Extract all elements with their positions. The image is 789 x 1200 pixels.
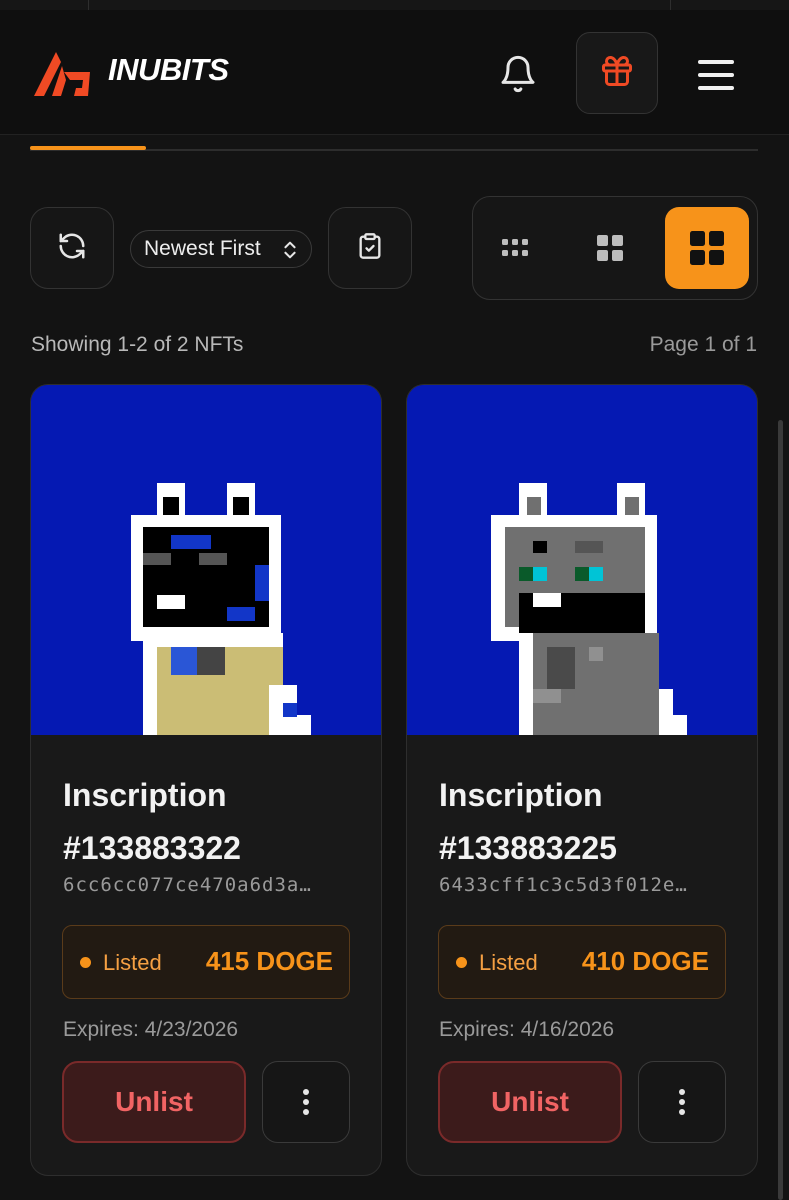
more-vertical-icon (303, 1089, 309, 1115)
status-label: Listed (103, 950, 162, 975)
scrollbar[interactable] (778, 420, 783, 1200)
brand-name[interactable]: INUBITS (108, 52, 229, 88)
refresh-button[interactable] (30, 207, 114, 289)
view-large-grid-button[interactable] (665, 207, 749, 289)
page-indicator: Page 1 of 1 (649, 333, 757, 356)
inubits-logo-icon[interactable] (34, 50, 90, 103)
status-dot-icon (456, 957, 467, 968)
top-strip (0, 0, 789, 10)
unlist-button[interactable]: Unlist (62, 1061, 246, 1143)
inscription-hash: 6433cff1c3c5d3f012e… (439, 874, 688, 896)
inscription-hash: 6cc6cc077ce470a6d3a… (63, 874, 312, 896)
view-small-grid-button[interactable] (473, 207, 557, 289)
hamburger-menu-icon[interactable] (696, 58, 736, 97)
nft-title: Inscription #133883225 (439, 777, 617, 866)
status-dot-icon (80, 957, 91, 968)
unlist-button[interactable]: Unlist (438, 1061, 622, 1143)
listing-status-badge: Listed 410 DOGE (438, 925, 726, 999)
sort-select[interactable]: Newest First (130, 230, 312, 268)
listing-status-badge: Listed 415 DOGE (62, 925, 350, 999)
large-grid-icon (690, 231, 724, 265)
nft-card[interactable]: Inscription #133883225 6433cff1c3c5d3f01… (406, 384, 758, 1176)
more-options-button[interactable] (262, 1061, 350, 1143)
more-options-button[interactable] (638, 1061, 726, 1143)
view-mode-toggle (472, 196, 758, 300)
listing-price: 415 DOGE (205, 946, 333, 976)
results-count: Showing 1-2 of 2 NFTs (31, 333, 244, 356)
small-grid-icon (502, 239, 528, 256)
sort-label: Newest First (144, 237, 261, 260)
nft-card[interactable]: Inscription #133883322 6cc6cc077ce470a6d… (30, 384, 382, 1176)
status-label: Listed (479, 950, 538, 975)
view-medium-grid-button[interactable] (568, 207, 652, 289)
chevron-up-down-icon (284, 241, 296, 259)
clipboard-check-icon (356, 232, 384, 265)
select-mode-button[interactable] (328, 207, 412, 289)
active-tab-indicator (30, 146, 146, 150)
expiry-date: Expires: 4/23/2026 (63, 1018, 239, 1041)
nft-image[interactable] (407, 385, 757, 735)
rewards-button[interactable] (576, 32, 658, 114)
gift-icon (599, 53, 635, 94)
medium-grid-icon (597, 235, 623, 261)
nft-title: Inscription #133883322 (63, 777, 241, 866)
app-header: INUBITS (0, 10, 789, 135)
nft-image[interactable] (31, 385, 381, 735)
bell-icon[interactable] (498, 54, 538, 99)
more-vertical-icon (679, 1089, 685, 1115)
refresh-icon (57, 231, 87, 266)
expiry-date: Expires: 4/16/2026 (439, 1018, 615, 1041)
listing-price: 410 DOGE (581, 946, 709, 976)
